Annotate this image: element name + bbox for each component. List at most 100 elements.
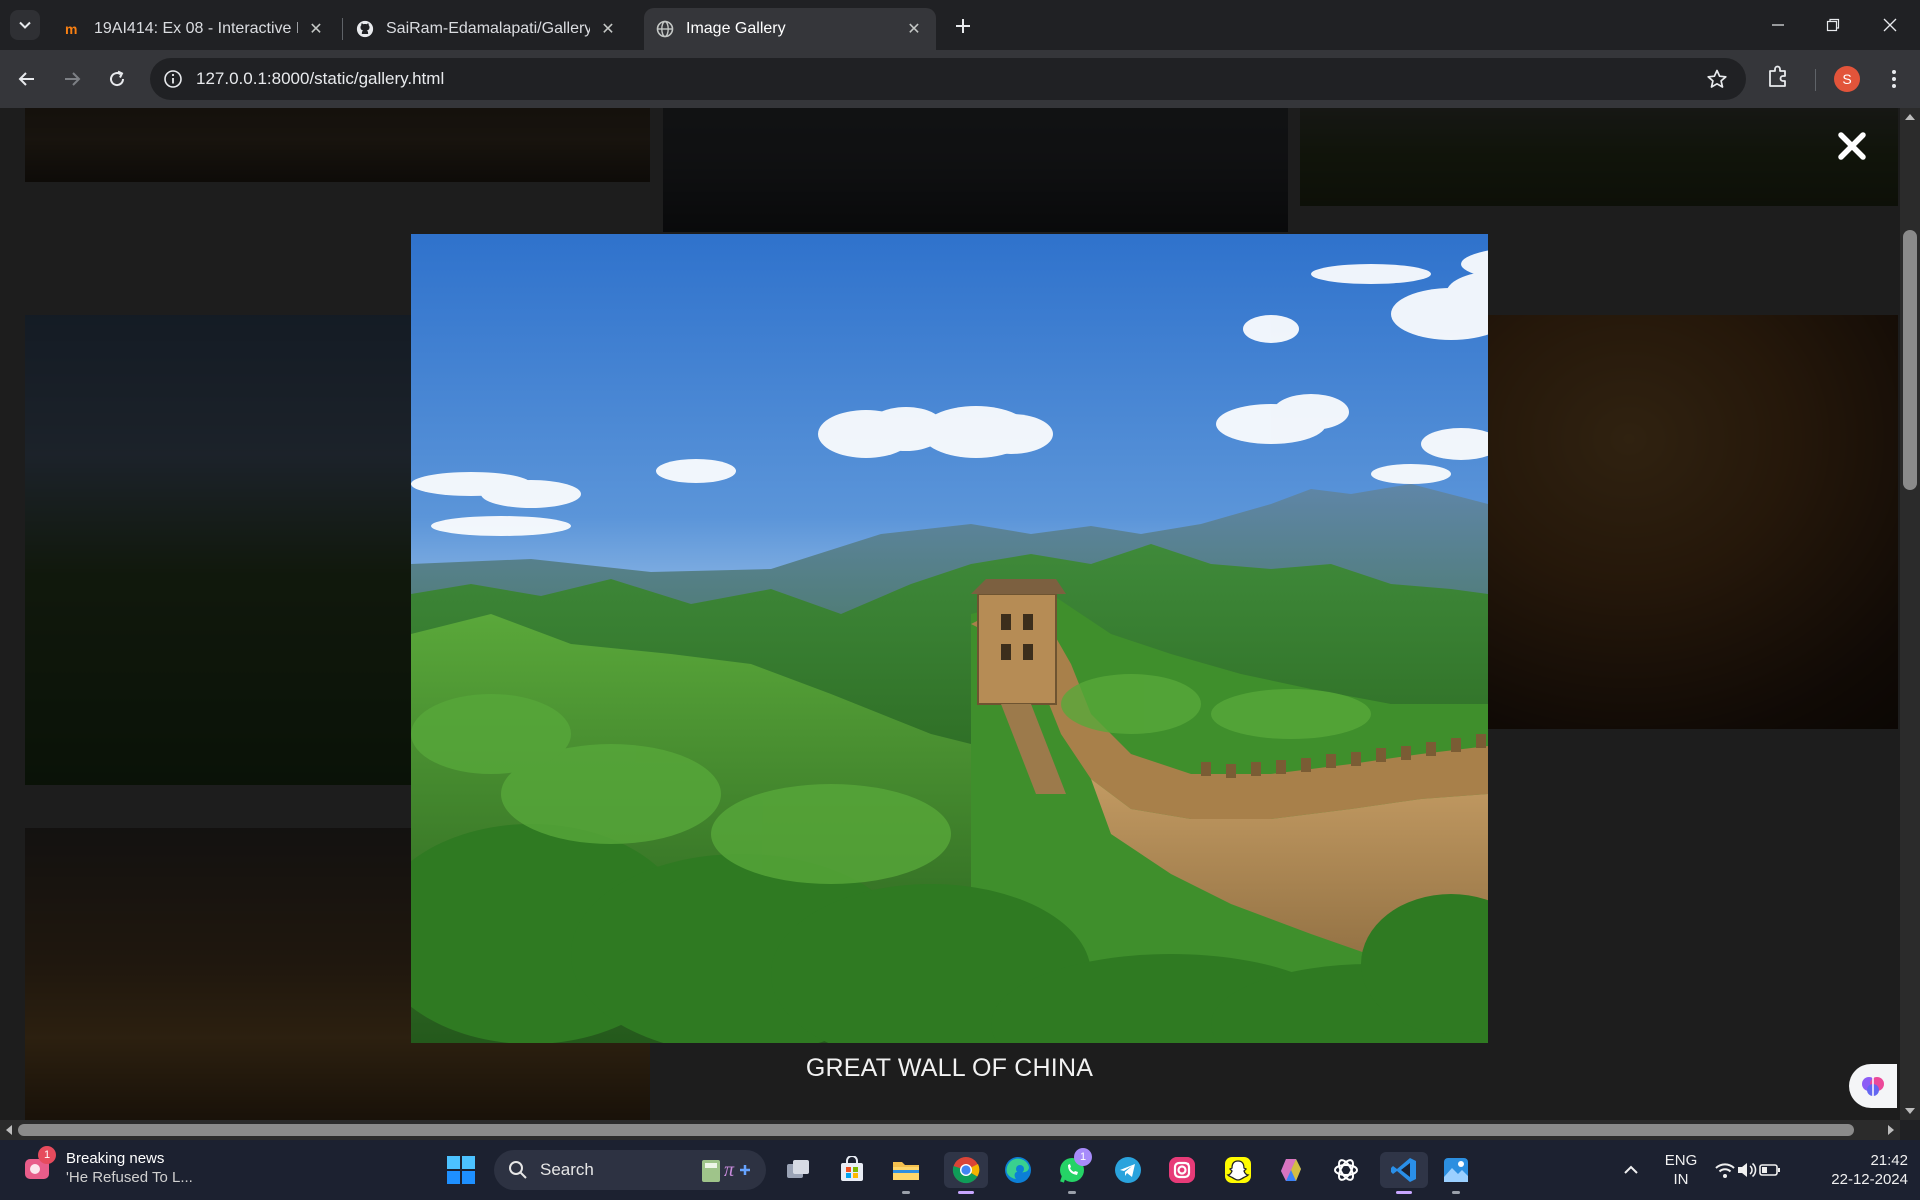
chrome-icon[interactable] xyxy=(944,1152,988,1194)
close-icon xyxy=(1838,132,1866,160)
svg-text:m: m xyxy=(65,21,77,37)
close-tab-icon[interactable]: ✕ xyxy=(306,19,326,39)
minimize-icon xyxy=(1772,24,1784,26)
file-explorer-icon[interactable] xyxy=(888,1152,924,1194)
close-tab-icon[interactable]: ✕ xyxy=(904,19,924,39)
whatsapp-icon[interactable]: 1 xyxy=(1054,1148,1092,1194)
scroll-down-arrow[interactable] xyxy=(1905,1108,1915,1114)
gallery-thumbnail[interactable] xyxy=(1300,108,1898,206)
arrow-right-icon xyxy=(65,72,81,86)
running-indicator xyxy=(1396,1191,1412,1194)
moodle-icon: m xyxy=(64,20,82,38)
plus-icon xyxy=(956,19,970,33)
photos-icon[interactable] xyxy=(1438,1152,1474,1194)
show-hidden-icons-chevron[interactable] xyxy=(1613,1152,1649,1188)
modal-caption: GREAT WALL OF CHINA xyxy=(805,1054,1094,1082)
close-tab-icon[interactable]: ✕ xyxy=(598,19,618,39)
gallery-thumbnail[interactable] xyxy=(663,108,1288,232)
chevron-down-icon xyxy=(19,21,31,29)
running-indicator xyxy=(1068,1191,1076,1194)
tab-separator xyxy=(342,18,343,40)
reload-button[interactable] xyxy=(102,64,132,94)
running-indicator xyxy=(1452,1191,1460,1194)
tab-github[interactable]: SaiRam-Edamalapati/Gallery ✕ xyxy=(344,8,630,50)
forward-button[interactable] xyxy=(57,64,87,94)
microsoft-store-icon[interactable] xyxy=(834,1152,870,1188)
chatgpt-icon[interactable] xyxy=(1328,1152,1364,1188)
extensions-icon[interactable] xyxy=(1766,64,1790,95)
brain-icon xyxy=(1862,1077,1884,1096)
scroll-left-arrow[interactable] xyxy=(6,1125,12,1135)
tab-search-button[interactable] xyxy=(10,10,40,40)
search-icon xyxy=(509,1161,527,1179)
running-indicator xyxy=(958,1191,974,1194)
language-region: IN xyxy=(1673,1171,1689,1188)
clock-time: 21:42 xyxy=(1870,1152,1908,1169)
language-code: ENG xyxy=(1664,1152,1698,1169)
restore-icon xyxy=(1826,18,1840,32)
tab-title: Image Gallery xyxy=(686,20,786,37)
modal-image xyxy=(411,234,1488,1043)
back-button[interactable] xyxy=(12,64,42,94)
edge-icon[interactable] xyxy=(1000,1152,1036,1188)
task-view-icon[interactable] xyxy=(780,1152,816,1188)
battery-icon xyxy=(1759,1164,1780,1176)
tab-title: SaiRam-Edamalapati/Gallery xyxy=(386,20,590,37)
arrow-left-icon xyxy=(18,72,34,86)
reload-icon xyxy=(110,70,125,87)
site-info-icon[interactable] xyxy=(162,68,184,90)
profile-avatar[interactable]: S xyxy=(1834,66,1860,92)
horizontal-scrollbar[interactable] xyxy=(0,1120,1900,1140)
vertical-scrollbar[interactable] xyxy=(1900,108,1920,1120)
tab-title: 19AI414: Ex 08 - Interactive Ima xyxy=(94,20,298,37)
wifi-icon xyxy=(1715,1163,1735,1178)
news-headline: Breaking news xyxy=(66,1150,165,1167)
windows-logo-icon xyxy=(447,1156,475,1184)
tab-moodle[interactable]: m 19AI414: Ex 08 - Interactive Ima ✕ xyxy=(52,8,338,50)
bookmark-star-icon[interactable] xyxy=(1706,68,1728,95)
news-subline: 'He Refused To L... xyxy=(66,1169,193,1186)
language-indicator[interactable]: ENG IN xyxy=(1658,1151,1704,1189)
globe-icon xyxy=(656,20,674,38)
url-text: 127.0.0.1:8000/static/gallery.html xyxy=(196,69,445,88)
windows-taskbar: 1 Breaking news 'He Refused To L... Sear… xyxy=(0,1140,1920,1200)
instagram-icon[interactable] xyxy=(1164,1152,1200,1188)
browser-toolbar: 127.0.0.1:8000/static/gallery.html S xyxy=(0,50,1920,108)
assistant-floating-button[interactable] xyxy=(1849,1064,1897,1108)
tab-image-gallery[interactable]: Image Gallery ✕ xyxy=(644,8,936,50)
taskbar-search[interactable]: Search π xyxy=(494,1150,766,1190)
telegram-icon[interactable] xyxy=(1110,1152,1146,1188)
close-icon xyxy=(1883,18,1897,32)
minimize-button[interactable] xyxy=(1756,8,1800,42)
more-menu-icon[interactable] xyxy=(1884,64,1904,94)
clock-date: 22-12-2024 xyxy=(1831,1171,1908,1188)
snapchat-icon[interactable] xyxy=(1220,1152,1256,1188)
copilot-icon[interactable] xyxy=(1274,1152,1310,1188)
toolbar-separator xyxy=(1815,69,1816,91)
restore-button[interactable] xyxy=(1811,8,1855,42)
vscode-icon[interactable] xyxy=(1380,1152,1428,1194)
volume-icon xyxy=(1738,1162,1757,1178)
news-badge: 1 xyxy=(38,1146,56,1164)
tab-strip: m 19AI414: Ex 08 - Interactive Ima ✕ Sai… xyxy=(0,0,1920,50)
news-icon: 1 xyxy=(22,1146,56,1184)
svg-text:π: π xyxy=(724,1159,735,1181)
scrollbar-thumb[interactable] xyxy=(1903,230,1917,490)
running-indicator xyxy=(902,1191,910,1194)
news-widget[interactable]: 1 Breaking news 'He Refused To L... xyxy=(22,1146,193,1186)
scroll-right-arrow[interactable] xyxy=(1888,1125,1894,1135)
start-button[interactable] xyxy=(443,1152,479,1188)
gallery-thumbnail[interactable] xyxy=(25,108,650,182)
clock[interactable]: 21:42 22-12-2024 xyxy=(1810,1151,1908,1189)
math-widget-icon: π xyxy=(702,1159,750,1182)
new-tab-button[interactable] xyxy=(950,13,976,39)
address-bar[interactable]: 127.0.0.1:8000/static/gallery.html xyxy=(150,58,1746,100)
search-label: Search xyxy=(540,1160,594,1179)
whatsapp-badge: 1 xyxy=(1074,1148,1092,1166)
github-icon xyxy=(356,20,374,38)
modal-close-button[interactable] xyxy=(1836,130,1868,162)
close-window-button[interactable] xyxy=(1868,8,1912,42)
quick-settings[interactable] xyxy=(1710,1152,1786,1188)
scrollbar-thumb[interactable] xyxy=(18,1124,1854,1136)
scroll-up-arrow[interactable] xyxy=(1905,114,1915,120)
